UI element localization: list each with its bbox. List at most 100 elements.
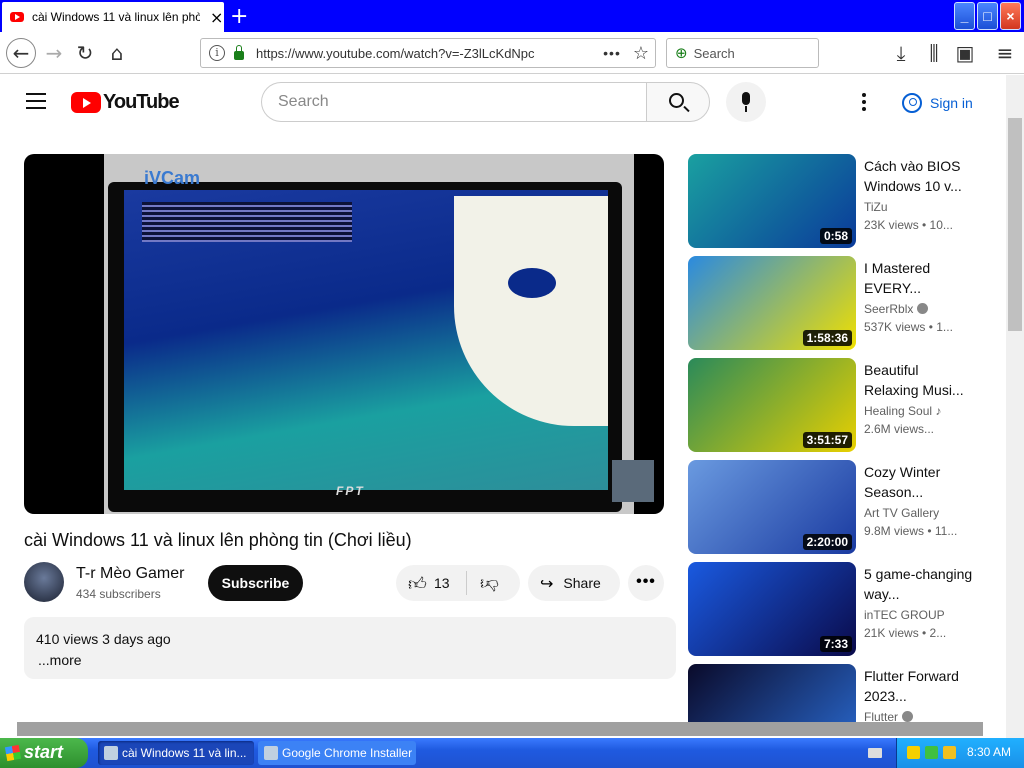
related-video-thumbnail[interactable]: 0:58 [688, 154, 856, 248]
related-video-channel[interactable]: Healing Soul ♪ [864, 404, 941, 418]
related-video-thumbnail[interactable]: 1:58:36 [688, 256, 856, 350]
related-video-meta: 21K views • 2... [864, 626, 947, 640]
related-video-item[interactable]: 7:33 5 game-changing way... inTEC GROUP 21K… [688, 562, 1006, 658]
sign-in-button[interactable]: Sign in [896, 87, 979, 119]
taskbar-item-chrome-installer[interactable]: Google Chrome Installer [258, 741, 416, 765]
close-window-button[interactable]: × [1000, 2, 1021, 30]
youtube-logo[interactable]: YouTube [71, 91, 180, 114]
subscriber-count: 434 subscribers [76, 587, 161, 601]
related-video-title[interactable]: Flutter Forward 2023... [864, 666, 974, 706]
video-duration: 0:58 [819, 228, 852, 244]
library-button[interactable]: ⫼ [921, 40, 947, 66]
description-box[interactable]: 410 views 3 days ago ...more [24, 617, 676, 679]
youtube-logo-text: YouTube [103, 91, 180, 113]
related-video-item[interactable]: Flutter Forward 2023... Flutter [688, 664, 1006, 722]
reload-button[interactable]: ↻ [72, 40, 98, 66]
channel-name[interactable]: T-r Mèo Gamer [76, 565, 184, 583]
video-duration: 1:58:36 [802, 330, 852, 346]
new-tab-button[interactable]: + [230, 4, 248, 29]
account-icon [902, 93, 922, 113]
subscribe-button[interactable]: Subscribe [208, 565, 303, 601]
video-watermark: iVCam [144, 168, 201, 188]
show-more-link[interactable]: ...more [38, 652, 82, 668]
like-count[interactable]: 13 [434, 575, 450, 591]
info-icon[interactable]: i [209, 45, 225, 61]
video-player[interactable]: iVCam FPT [24, 154, 664, 514]
youtube-play-icon [71, 92, 101, 113]
like-icon[interactable]: 👍︎ [408, 573, 427, 595]
close-tab-icon[interactable]: × [210, 8, 223, 27]
network-icon[interactable] [925, 746, 938, 759]
like-dislike-group: 👍︎ 13 👍︎ [396, 565, 520, 601]
bookmark-star-icon[interactable]: ☆ [633, 43, 649, 64]
hamburger-menu-icon[interactable] [26, 93, 46, 109]
verified-icon [917, 303, 929, 314]
windows-taskbar: start cài Windows 11 và lin... Google Ch… [0, 738, 1024, 768]
search-tray-icon[interactable] [943, 746, 956, 759]
related-video-item[interactable]: 2:20:00 Cozy Winter Season... Art TV Galle… [688, 460, 1006, 556]
taskbar-item-browser[interactable]: cài Windows 11 và lin... [98, 741, 254, 765]
related-video-title[interactable]: Cozy Winter Season... [864, 462, 974, 502]
search-input[interactable]: Search [261, 82, 647, 122]
related-video-title[interactable]: 5 game-changing way... [864, 564, 974, 604]
browser-tab[interactable]: cài Windows 11 và linux lên phòng × [2, 2, 224, 32]
browser-menu-button[interactable]: ≡ [992, 40, 1018, 66]
windows-flag-icon [4, 744, 22, 762]
settings-more-button[interactable] [856, 91, 872, 115]
share-button[interactable]: ↪ Share [528, 565, 620, 601]
more-actions-button[interactable]: ••• [628, 565, 664, 601]
related-video-title[interactable]: Cách vào BIOS Windows 10 v... [864, 156, 974, 196]
minimize-button[interactable]: _ [954, 2, 975, 30]
video-duration: 7:33 [819, 636, 852, 652]
related-video-channel[interactable]: inTEC GROUP [864, 608, 945, 622]
related-video-title[interactable]: I Mastered EVERY... [864, 258, 974, 298]
related-video-thumbnail[interactable] [688, 664, 856, 722]
sidebar-button[interactable]: ▣ [952, 40, 978, 66]
sign-in-label: Sign in [930, 95, 973, 111]
browser-search-field[interactable]: ⊕ Search [666, 38, 819, 68]
related-video-thumbnail[interactable]: 3:51:57 [688, 358, 856, 452]
address-bar[interactable]: i https://www.youtube.com/watch?v=-Z3lLc… [200, 38, 656, 68]
related-video-thumbnail[interactable]: 2:20:00 [688, 460, 856, 554]
vertical-scrollbar[interactable] [1006, 75, 1024, 738]
microphone-icon [742, 92, 750, 105]
forward-button[interactable]: → [41, 40, 67, 66]
youtube-header: YouTube Search Sign in [0, 75, 1006, 131]
home-button[interactable]: ⌂ [104, 40, 130, 66]
voice-search-button[interactable] [726, 82, 766, 122]
scrollbar-thumb[interactable] [1008, 118, 1022, 331]
start-label: start [24, 742, 64, 762]
related-video-channel[interactable]: Flutter [864, 710, 914, 722]
start-button[interactable]: start [0, 738, 88, 768]
related-video-channel[interactable]: SeerRblx [864, 302, 929, 316]
downloads-button[interactable]: ⤓ [888, 40, 914, 66]
search-button[interactable] [646, 82, 710, 122]
related-video-item[interactable]: 1:58:36 I Mastered EVERY... SeerRblx 537K v… [688, 256, 1006, 352]
related-video-item[interactable]: 3:51:57 Beautiful Relaxing Musi... Healing… [688, 358, 1006, 454]
related-video-thumbnail[interactable]: 7:33 [688, 562, 856, 656]
browser-tab-bar: cài Windows 11 và linux lên phòng × + _ … [0, 0, 1024, 32]
url-text[interactable]: https://www.youtube.com/watch?v=-Z3lLcKd… [256, 46, 603, 61]
browser-navigation-bar: ← → ↻ ⌂ i https://www.youtube.com/watch?… [0, 32, 1024, 74]
installer-window-icon [264, 746, 278, 760]
horizontal-scrollbar[interactable] [17, 722, 983, 736]
keyboard-icon[interactable] [868, 748, 882, 758]
clock[interactable]: 8:30 AM [967, 745, 1011, 759]
shield-icon[interactable] [907, 746, 920, 759]
related-video-channel[interactable]: Art TV Gallery [864, 506, 939, 520]
page-actions-button[interactable]: ••• [603, 45, 621, 61]
search-icon [669, 93, 684, 108]
related-video-meta: 23K views • 10... [864, 218, 953, 232]
related-video-channel[interactable]: TiZu [864, 200, 888, 214]
browser-search-placeholder: Search [693, 45, 735, 61]
back-button[interactable]: ← [6, 38, 36, 68]
related-video-meta: 9.8M views • 11... [864, 524, 958, 538]
video-duration: 3:51:57 [802, 432, 852, 448]
channel-avatar[interactable] [24, 562, 64, 602]
search-engine-icon: ⊕ [675, 44, 688, 62]
dislike-icon[interactable]: 👍︎ [480, 573, 499, 595]
share-icon: ↪ [540, 573, 554, 593]
related-video-item[interactable]: 0:58 Cách vào BIOS Windows 10 v... TiZu 23K… [688, 154, 1006, 250]
related-video-title[interactable]: Beautiful Relaxing Musi... [864, 360, 974, 400]
maximize-button[interactable]: □ [977, 2, 998, 30]
